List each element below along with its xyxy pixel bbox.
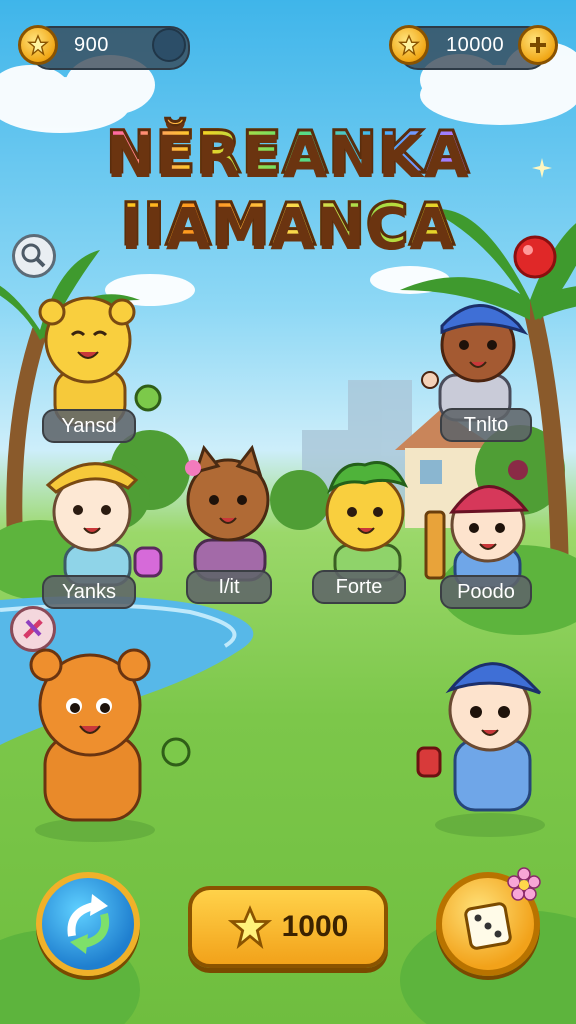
add-currency-button[interactable] — [518, 25, 558, 65]
game-title-line-2: IIAMANCA — [119, 189, 456, 260]
refresh-icon — [67, 894, 109, 954]
character-label: Tnlto — [440, 408, 532, 442]
star-coin-icon — [18, 25, 58, 65]
left-hud-toggle[interactable] — [152, 28, 186, 62]
game-screen: 900 10000 NĔREANKA IIAMANCA Yansd Yanks … — [0, 0, 576, 1024]
character-label: Yanks — [42, 575, 136, 609]
character-i-it[interactable] — [185, 444, 270, 582]
character-label: Yansd — [42, 409, 136, 443]
character-label: Poodo — [440, 575, 532, 609]
star-coin-icon — [389, 25, 429, 65]
flower-icon — [507, 867, 541, 901]
search-button[interactable] — [12, 234, 56, 278]
game-title-line-1: NĔREANKA — [105, 117, 471, 188]
right-currency-value: 10000 — [446, 34, 505, 56]
refresh-button[interactable] — [36, 872, 140, 976]
play-cost-label: 1000 — [281, 910, 349, 943]
tools-icon — [23, 619, 43, 639]
star-icon — [227, 905, 272, 949]
magnifier-icon — [21, 243, 46, 268]
character-label: I/it — [186, 570, 272, 604]
play-cost-button[interactable]: 1000 — [188, 886, 388, 968]
left-currency-value: 900 — [74, 34, 109, 56]
plus-icon — [530, 37, 546, 53]
sparkle-icon — [532, 158, 552, 178]
character-forte[interactable] — [325, 461, 409, 582]
tools-button[interactable] — [10, 606, 56, 652]
character-label: Forte — [312, 570, 406, 604]
